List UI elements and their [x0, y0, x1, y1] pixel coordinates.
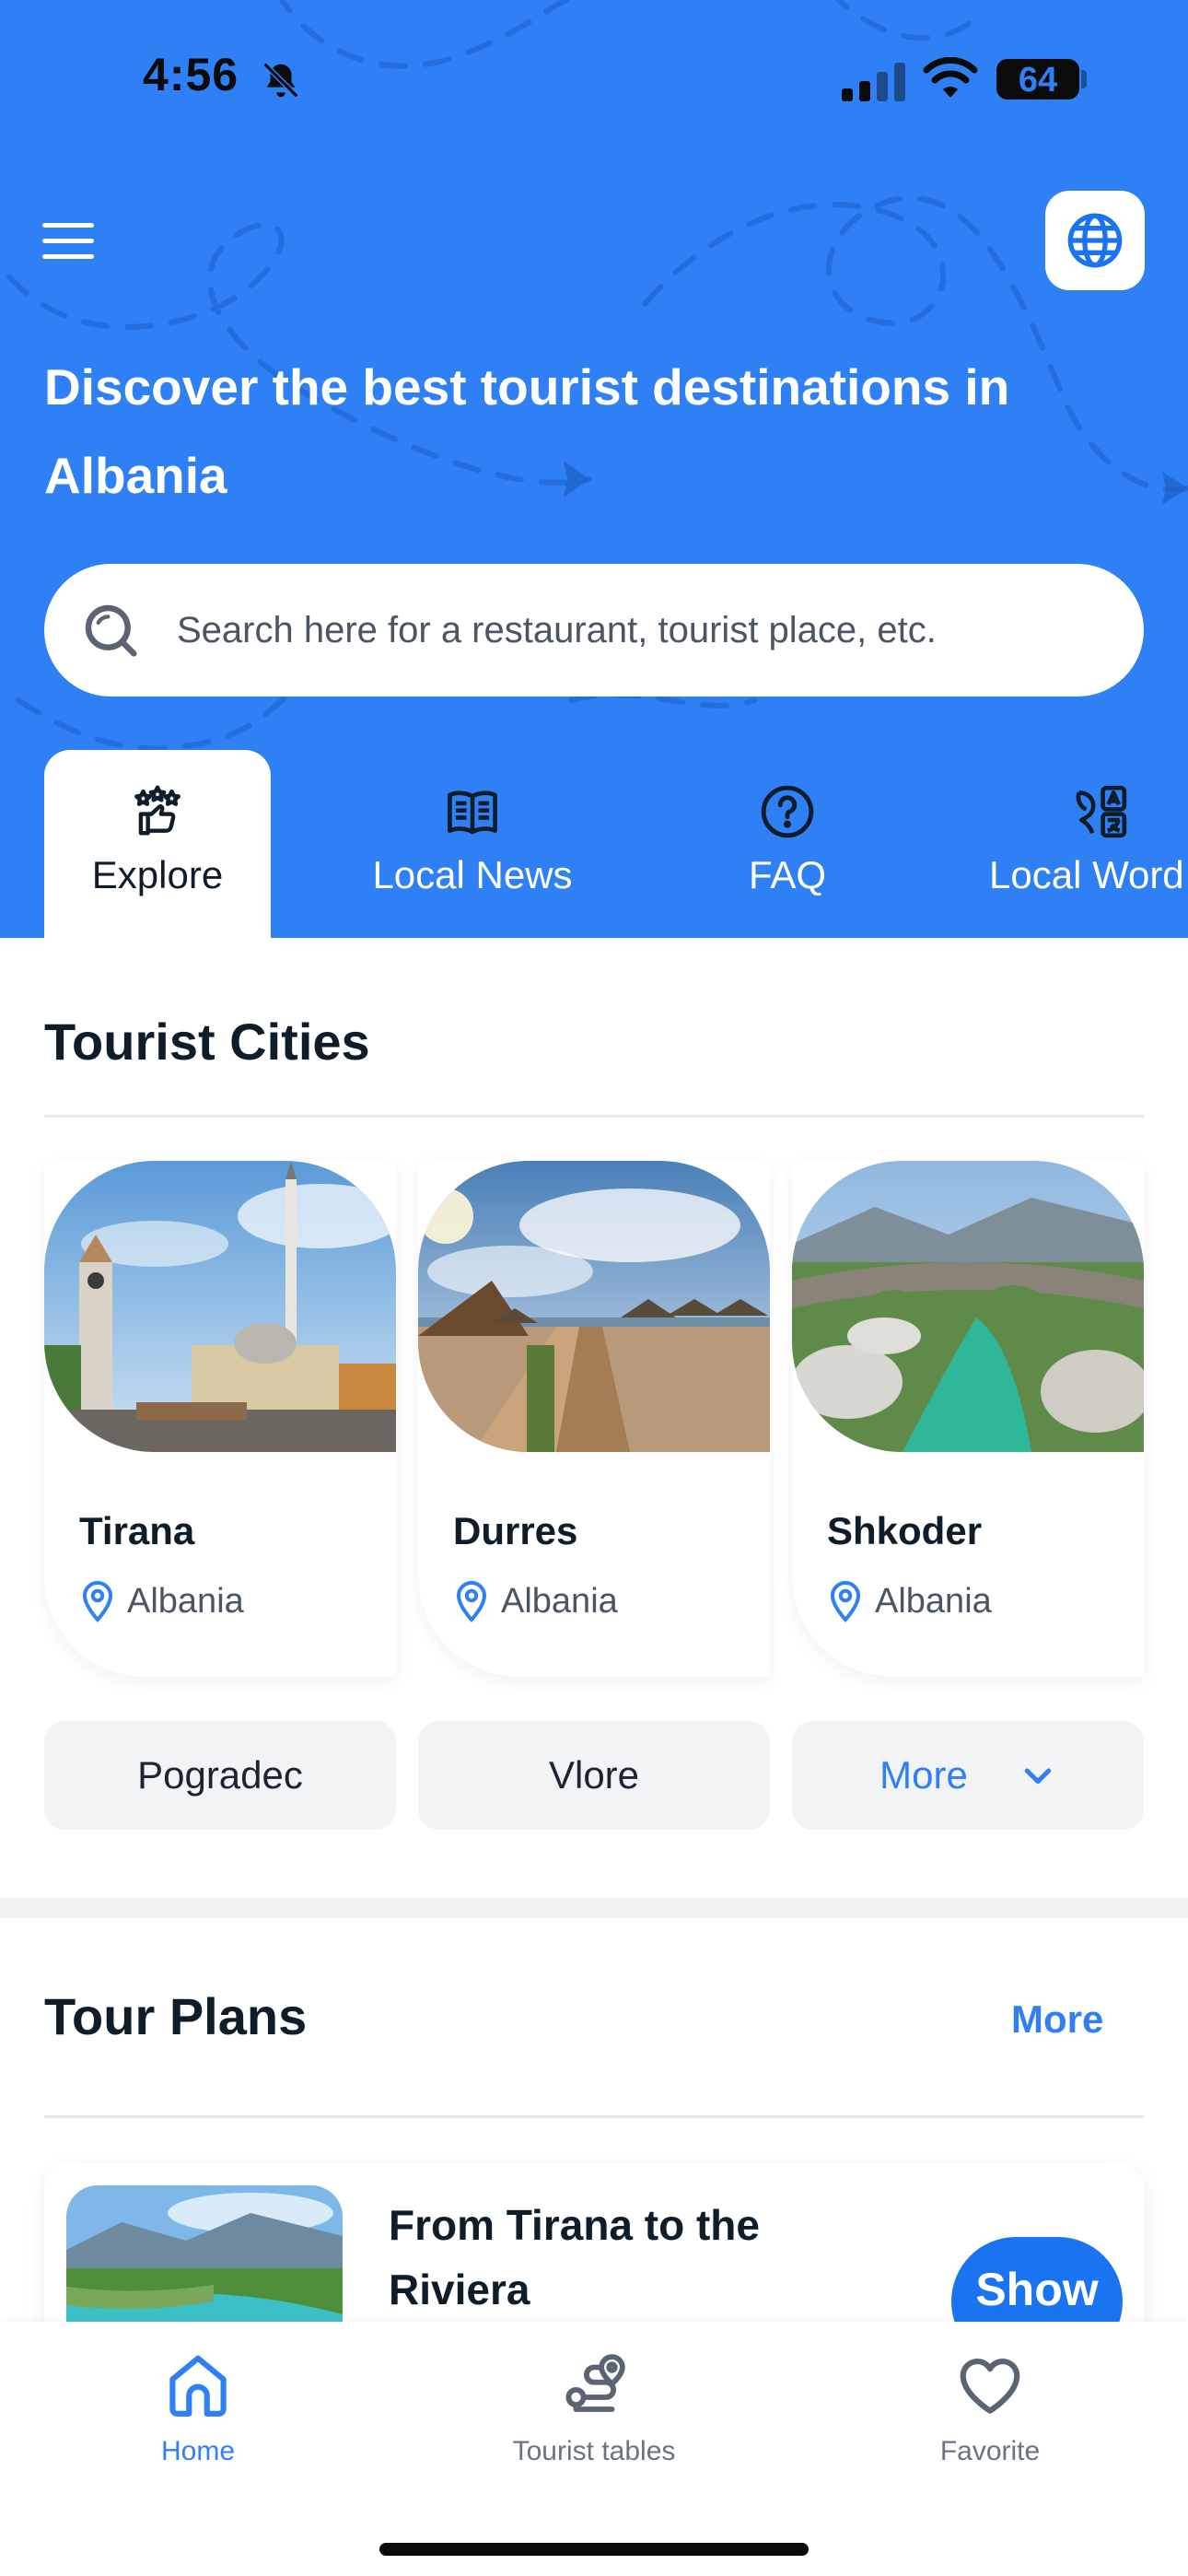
- page-headline: Discover the best tourist destinations i…: [44, 358, 1010, 504]
- city-card-shkoder[interactable]: Shkoder Albania: [792, 1161, 1144, 1677]
- search-bar[interactable]: [44, 564, 1144, 697]
- more-cities-label: More: [879, 1753, 968, 1797]
- language-button[interactable]: [1045, 191, 1145, 290]
- city-country: Albania: [127, 1581, 244, 1621]
- more-cities-button[interactable]: More: [792, 1721, 1144, 1830]
- heart-icon: [960, 2359, 1020, 2414]
- status-bar: 4:56 64: [0, 0, 1188, 147]
- location-pin-icon: [830, 1581, 861, 1622]
- tab-faq[interactable]: FAQ: [674, 750, 901, 938]
- tab-explore[interactable]: Explore: [44, 750, 271, 938]
- route-icon: [565, 2354, 625, 2412]
- explore-stars-icon: [134, 785, 181, 836]
- section-divider: [44, 1115, 1144, 1118]
- city-photo-durres: [418, 1161, 770, 1452]
- city-name: Durres: [453, 1509, 578, 1552]
- globe-icon: [1067, 213, 1123, 268]
- tab-local-word-label: Local Word: [989, 853, 1184, 896]
- city-name: Tirana: [79, 1509, 195, 1552]
- city-location: Albania: [79, 1579, 244, 1623]
- header: 4:56 64 Discover the best tourist destin…: [0, 0, 1188, 938]
- tourist-cities-title: Tourist Cities: [44, 1013, 370, 1071]
- tab-local-word[interactable]: Local Word: [989, 750, 1188, 938]
- section-divider: [44, 2115, 1144, 2118]
- tour-plan-title: From Tirana to the Riviera: [389, 2201, 760, 2313]
- bottom-navigation: Home Tourist tables Favorite: [0, 2322, 1188, 2576]
- section-separator: [0, 1898, 1188, 1918]
- nav-tourist-tables[interactable]: Tourist tables: [456, 2349, 732, 2467]
- nav-favorite[interactable]: Favorite: [852, 2349, 1128, 2467]
- signal-icon: [842, 63, 905, 101]
- tab-explore-label: Explore: [91, 853, 224, 896]
- city-card-durres[interactable]: Durres Albania: [418, 1161, 770, 1677]
- city-name: Shkoder: [827, 1509, 983, 1552]
- nav-favorite-label: Favorite: [939, 2436, 1041, 2466]
- tour-plans-title: Tour Plans: [44, 1987, 308, 2045]
- wifi-icon: [923, 57, 978, 98]
- tab-faq-label: FAQ: [748, 853, 827, 896]
- tour-plans-more-link[interactable]: More: [1011, 1997, 1103, 2042]
- search-input[interactable]: [177, 591, 1116, 669]
- translate-icon: [1076, 785, 1127, 838]
- nav-home[interactable]: Home: [60, 2349, 336, 2467]
- search-icon: [85, 604, 137, 657]
- location-pin-icon: [456, 1581, 487, 1622]
- city-chip-vlore[interactable]: Vlore: [418, 1721, 770, 1830]
- tab-local-news-label: Local News: [372, 853, 573, 896]
- city-country: Albania: [875, 1581, 992, 1621]
- location-pin-icon: [82, 1581, 113, 1622]
- hamburger-menu-icon[interactable]: [42, 212, 112, 269]
- question-circle-icon: [761, 785, 814, 838]
- bell-off-icon: [262, 62, 299, 99]
- home-indicator: [379, 2543, 809, 2556]
- nav-tourist-tables-label: Tourist tables: [512, 2436, 676, 2466]
- battery-tip: [1081, 70, 1087, 88]
- tab-bar: Explore Local News FAQ Local Word: [0, 750, 1188, 938]
- battery-level: 64: [1018, 61, 1058, 100]
- battery-icon: 64: [996, 59, 1079, 100]
- city-country: Albania: [501, 1581, 618, 1621]
- home-icon: [169, 2355, 227, 2417]
- nav-home-label: Home: [160, 2436, 236, 2466]
- city-location: Albania: [453, 1579, 618, 1623]
- city-photo-shkoder: [792, 1161, 1144, 1452]
- book-icon: [448, 790, 497, 835]
- city-photo-tirana: [44, 1161, 396, 1452]
- tab-local-news[interactable]: Local News: [359, 750, 586, 938]
- status-time: 4:56: [143, 49, 239, 100]
- city-location: Albania: [827, 1579, 992, 1623]
- city-card-tirana[interactable]: Tirana Albania: [44, 1161, 396, 1677]
- city-chip-pogradec[interactable]: Pogradec: [44, 1721, 396, 1830]
- chevron-down-icon: [1024, 1768, 1052, 1785]
